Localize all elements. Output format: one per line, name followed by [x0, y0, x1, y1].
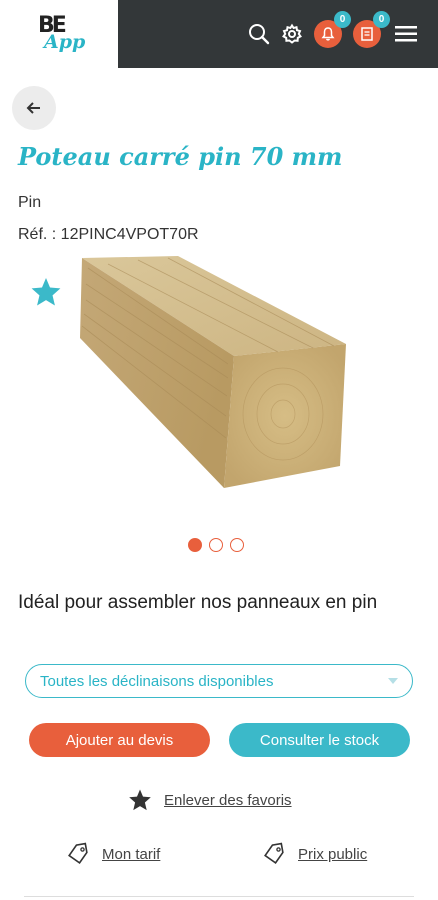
quotes-button[interactable]: 0 [353, 11, 390, 48]
price-tag-icon [264, 842, 284, 864]
divider [24, 896, 414, 897]
add-to-quote-button[interactable]: Ajouter au devis [29, 723, 210, 757]
my-price-link[interactable]: Mon tarif [66, 842, 160, 866]
product-title: Poteau carré pin 70 mm [18, 142, 343, 171]
document-icon [361, 27, 373, 41]
app-header: BE App 0 0 [0, 0, 438, 68]
my-price-label: Mon tarif [102, 845, 161, 863]
variants-select-value: Toutes les déclinaisons disponibles [40, 672, 274, 690]
gear-icon[interactable] [280, 22, 304, 46]
product-description: Idéal pour assembler nos panneaux en pin [18, 592, 378, 613]
menu-icon[interactable] [394, 22, 418, 46]
top-toolbar: 0 0 [118, 0, 438, 68]
arrow-left-icon [26, 102, 40, 114]
chevron-down-icon [388, 678, 398, 684]
product-image [80, 256, 346, 488]
star-icon [129, 789, 151, 811]
carousel-indicator [188, 538, 244, 552]
carousel-dot[interactable] [209, 538, 223, 552]
product-reference: Réf. : 12PINC4VPOT70R [18, 226, 199, 243]
logo-app-text: App [44, 31, 86, 53]
bell-icon [321, 27, 335, 41]
price-tag-icon [68, 842, 88, 864]
app-logo[interactable]: BE App [0, 0, 118, 68]
quotes-badge: 0 [373, 11, 390, 28]
notifications-badge: 0 [334, 11, 351, 28]
carousel-dot[interactable] [230, 538, 244, 552]
variants-select[interactable]: Toutes les déclinaisons disponibles [25, 664, 413, 698]
remove-favorite-label: Enlever des favoris [164, 791, 292, 809]
carousel-dot[interactable] [188, 538, 202, 552]
product-material: Pin [18, 194, 42, 211]
notifications-button[interactable]: 0 [314, 11, 351, 48]
back-button[interactable] [12, 86, 56, 130]
check-stock-button[interactable]: Consulter le stock [229, 723, 410, 757]
remove-favorite-link[interactable]: Enlever des favoris [128, 788, 292, 812]
public-price-link[interactable]: Prix public [262, 842, 367, 866]
search-icon[interactable] [247, 22, 271, 46]
public-price-label: Prix public [298, 845, 368, 863]
favorite-star-icon[interactable] [30, 276, 62, 308]
